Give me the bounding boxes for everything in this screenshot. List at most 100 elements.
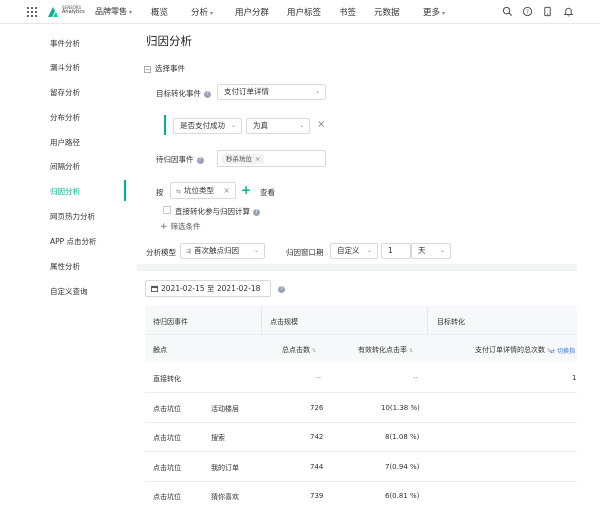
th-attribution-event: 待归因事件 — [153, 318, 188, 326]
row1-touchpoint: 活动楼层 — [211, 405, 239, 413]
chevron-down-icon: ⌄ — [298, 122, 304, 129]
nav-metadata[interactable]: 元数据 — [374, 6, 400, 18]
chevron-down-icon: ▾ — [442, 10, 446, 17]
logo-line2: Analytics — [62, 9, 85, 15]
th-click-scale: 点击规模 — [270, 318, 298, 326]
direct-conversion-checkbox[interactable] — [163, 206, 171, 214]
help-icon[interactable]: ? — [196, 157, 204, 164]
sidebar-item-web-heatmap[interactable]: 网页热力分析 — [50, 211, 95, 222]
model-label: 分析模型 — [146, 248, 176, 257]
attribution-tag-label: 秒杀坑位 — [226, 155, 252, 163]
window-unit-select[interactable]: 天 ⌄ — [411, 243, 451, 259]
sidebar-item-attribution-analysis[interactable]: 归因分析 — [50, 186, 80, 197]
sidebar-item-custom-query[interactable]: 自定义查询 — [50, 286, 88, 297]
nav-label: 用户分群 — [235, 8, 270, 18]
sidebar-item-interval-analysis[interactable]: 间隔分析 — [50, 161, 80, 172]
svg-text:?: ? — [526, 10, 529, 16]
direct-conversion-text: 直接转化参与归因计算 — [175, 207, 250, 216]
add-group-plus-icon[interactable]: + — [241, 183, 251, 197]
attribution-event-tag: 秒杀坑位 × — [222, 154, 265, 164]
sidebar-item-retention-analysis[interactable]: 留存分析 — [50, 87, 80, 98]
sidebar-item-app-click-analysis[interactable]: APP 点击分析 — [50, 236, 97, 247]
nav-bookmarks[interactable]: 书签 — [339, 6, 356, 18]
help-icon[interactable]: ? — [204, 91, 211, 98]
search-icon[interactable] — [502, 6, 513, 17]
chevron-down-icon: ⌄ — [253, 247, 259, 254]
nav-overview[interactable]: 概览 — [151, 6, 168, 18]
sidebar-item-distribution-analysis[interactable]: 分布分析 — [50, 112, 80, 123]
row0-total: -- — [316, 374, 322, 382]
row3-event: 点击坑位 — [153, 464, 181, 472]
model-value: 首次触点归因 — [194, 246, 240, 255]
target-event-select[interactable]: 支付订单详情 ⌄ — [217, 84, 326, 100]
nav-more[interactable]: 更多 ▾ — [423, 6, 445, 18]
switch-metric-link[interactable]: ⇄ 切换指 — [550, 346, 575, 355]
project-selector[interactable]: 品牌零售 ▾ — [95, 6, 132, 17]
window-type-select[interactable]: 自定义 ⌄ — [330, 243, 378, 259]
model-select[interactable]: ⇶ 首次触点归因 ⌄ — [180, 243, 265, 259]
by-label: 按 — [156, 188, 164, 197]
target-event-text: 目标转化事件 — [156, 89, 201, 98]
row1-event: 点击坑位 — [153, 405, 181, 413]
sidebar-item-property-analysis[interactable]: 属性分析 — [50, 261, 80, 272]
nav-user-segments[interactable]: 用户分群 — [235, 6, 269, 18]
date-range-value: 2021-02-15 至 2021-02-18 — [161, 284, 261, 293]
nav-label: 更多 — [423, 8, 441, 18]
header-row-divider — [145, 334, 577, 335]
help-icon[interactable]: ? — [278, 286, 285, 293]
mobile-icon[interactable] — [542, 6, 553, 17]
add-filter-condition[interactable]: + 筛选条件 — [160, 221, 201, 232]
filter-operator-select[interactable]: 为真 ⌄ — [246, 118, 310, 134]
bell-icon[interactable] — [563, 6, 574, 17]
chevron-down-icon: ▾ — [210, 10, 214, 17]
page-title: 归因分析 — [146, 34, 192, 48]
filter-property-select[interactable]: 是否支付成功 ⌄ — [173, 118, 242, 134]
chevron-down-icon: ⌄ — [230, 122, 236, 129]
th-payment-count[interactable]: 支付订单详情的总次数 ⇅ — [475, 345, 551, 355]
th-effective-rate-label: 有效转化点击率 — [358, 346, 407, 354]
app-grid-icon[interactable] — [27, 7, 37, 17]
nav-user-tags[interactable]: 用户标签 — [287, 6, 321, 18]
row4-total: 739 — [310, 492, 324, 500]
th-payment-label: 支付订单详情的总次数 — [475, 346, 545, 354]
th-touchpoint: 触点 — [153, 346, 167, 354]
sort-icon[interactable]: ⇅ — [409, 348, 413, 354]
remove-filter-close-icon[interactable]: × — [317, 119, 325, 130]
section-divider — [137, 264, 577, 271]
sidebar-item-event-analysis[interactable]: 事件分析 — [50, 38, 80, 49]
row0-rate: -- — [413, 374, 419, 382]
row2-rate: 8(1.08 %) — [385, 433, 420, 441]
header-divider — [261, 306, 262, 334]
nav-analysis[interactable]: 分析 ▾ — [191, 6, 213, 18]
remove-tag-close-icon[interactable]: × — [255, 155, 260, 163]
row-divider — [145, 392, 577, 393]
help-icon[interactable]: ? — [522, 6, 533, 17]
top-navigation-bar: SENSORS Analytics 品牌零售 ▾ 概览 分析 ▾ 用户分群 用户标签… — [0, 0, 600, 24]
filter-property-value: 是否支付成功 — [180, 121, 225, 130]
date-help: ? — [275, 284, 285, 293]
row0-touchpoint: 直接转化 — [153, 375, 181, 383]
group-by-select[interactable]: ⇆ 坑位类型 × — [170, 182, 236, 199]
sort-icon[interactable]: ⇅ — [312, 348, 316, 354]
plus-icon: + — [160, 222, 168, 232]
attribution-event-input[interactable]: 秒杀坑位 × — [217, 150, 326, 167]
collapse-icon[interactable]: − — [144, 66, 151, 73]
chevron-down-icon: ▾ — [129, 9, 133, 16]
sidebar-item-user-path[interactable]: 用户路径 — [50, 137, 80, 148]
attribution-event-text: 待归因事件 — [156, 155, 194, 164]
date-range-picker[interactable]: 2021-02-15 至 2021-02-18 — [145, 280, 271, 297]
window-number-input[interactable]: 1 — [381, 243, 411, 259]
chevron-down-icon: ⌄ — [314, 88, 320, 95]
remove-group-close-icon[interactable]: × — [223, 183, 230, 198]
nav-label: 书签 — [339, 8, 357, 18]
sidebar-item-funnel-analysis[interactable]: 漏斗分析 — [50, 62, 80, 73]
row3-rate: 7(0.94 %) — [385, 463, 420, 471]
window-label: 归因窗口期 — [286, 248, 324, 257]
th-total-clicks[interactable]: 总点击数 ⇅ — [282, 345, 316, 355]
row2-touchpoint: 搜索 — [211, 434, 225, 442]
th-effective-rate[interactable]: 有效转化点击率 ⇅ — [358, 345, 413, 355]
filter-operator-value: 为真 — [253, 121, 268, 130]
window-number-value: 1 — [388, 246, 393, 255]
help-icon[interactable]: ? — [253, 209, 260, 216]
select-event-section[interactable]: − 选择事件 — [144, 63, 185, 74]
